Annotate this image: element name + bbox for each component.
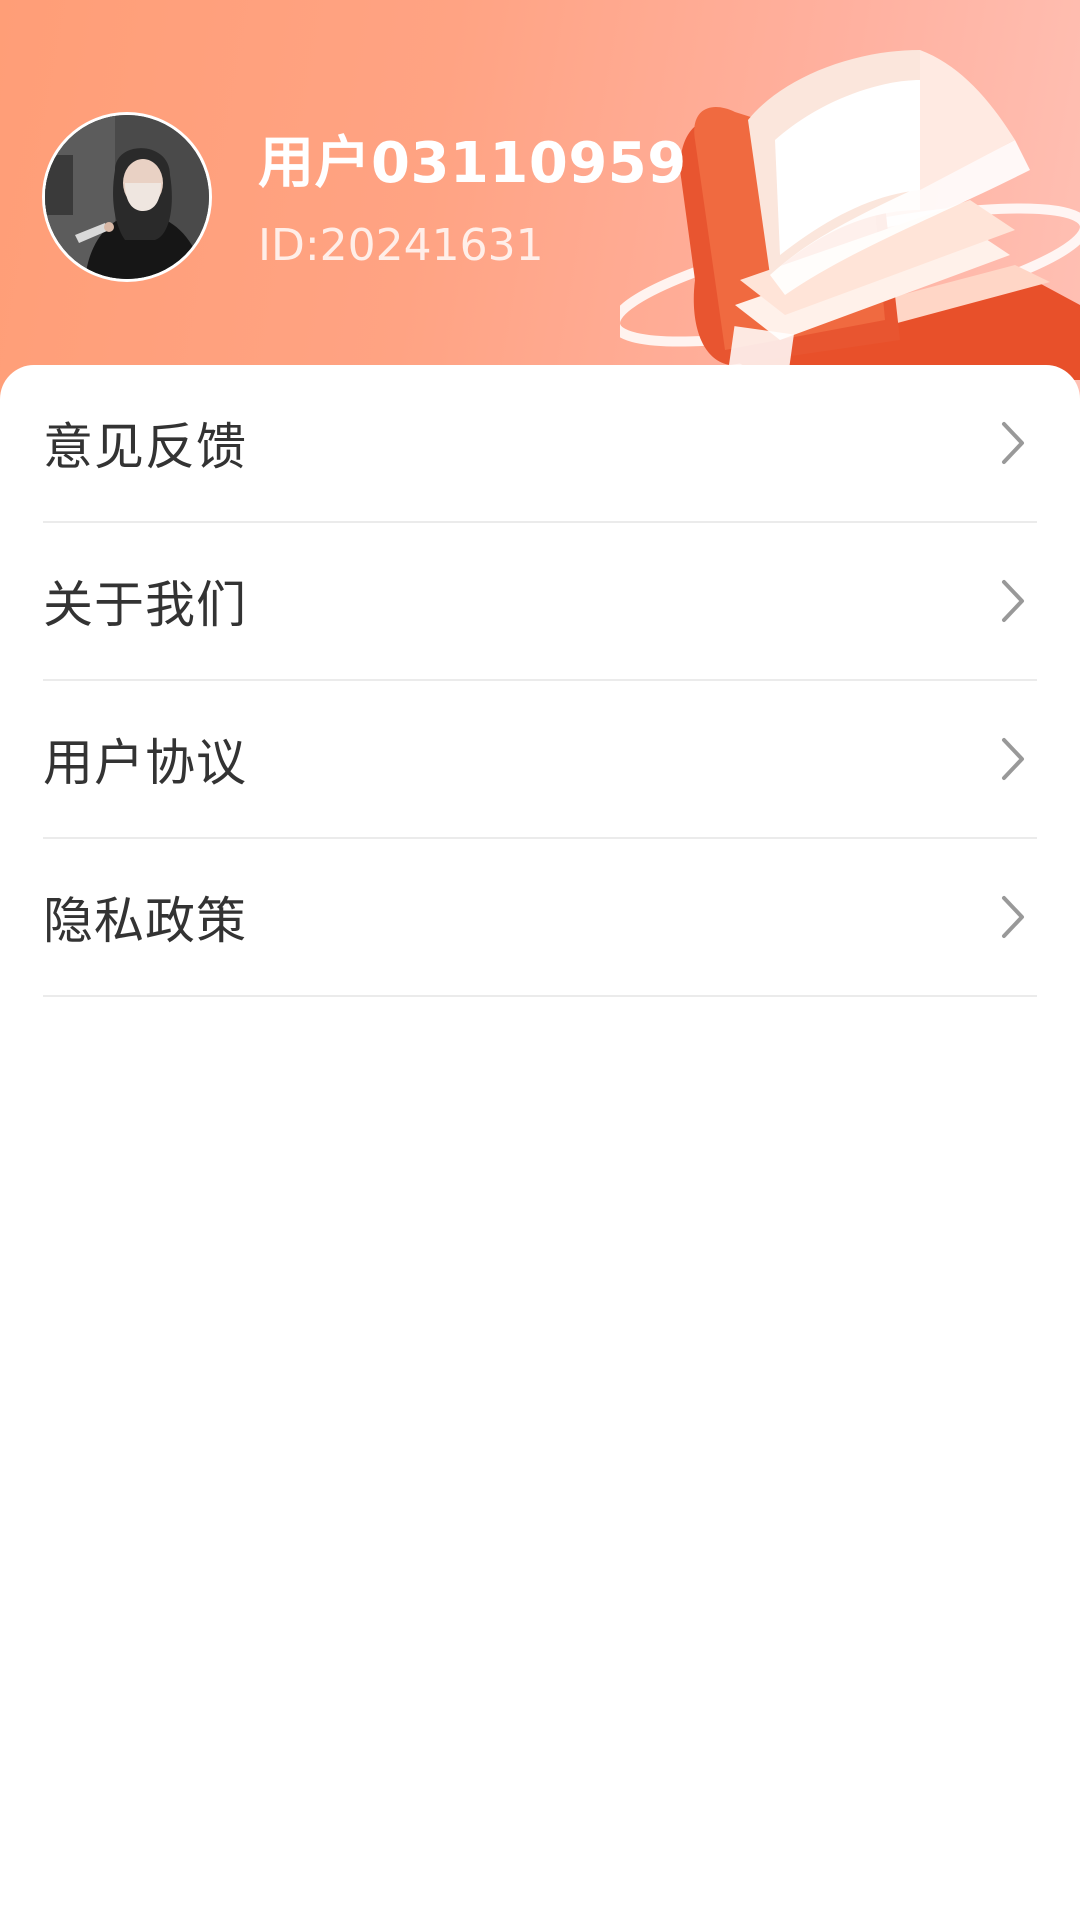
chevron-right-icon (1002, 738, 1024, 780)
chevron-right-icon (1002, 896, 1024, 938)
menu-list: 意见反馈 关于我们 用户协议 隐私政策 (43, 365, 1037, 997)
user-id: ID:20241631 (258, 220, 544, 271)
username: 用户03110959 (258, 131, 687, 196)
menu-item-label: 关于我们 (43, 576, 247, 634)
menu-item-feedback[interactable]: 意见反馈 (43, 365, 1037, 523)
menu-item-label: 意见反馈 (43, 418, 247, 476)
chevron-right-icon (1002, 580, 1024, 622)
profile-page: 用户03110959 ID:20241631 意见反馈 关于我们 用户协议 隐私… (0, 0, 1080, 1920)
avatar[interactable] (42, 112, 212, 282)
menu-card: 意见反馈 关于我们 用户协议 隐私政策 (0, 365, 1080, 1920)
books-illustration (620, 50, 1080, 380)
menu-item-user-agreement[interactable]: 用户协议 (43, 681, 1037, 839)
menu-item-label: 用户协议 (43, 734, 247, 792)
chevron-right-icon (1002, 422, 1024, 464)
menu-item-about-us[interactable]: 关于我们 (43, 523, 1037, 681)
avatar-photo-icon (45, 115, 209, 279)
profile-header: 用户03110959 ID:20241631 (0, 0, 1080, 400)
menu-item-label: 隐私政策 (43, 892, 247, 950)
menu-item-privacy-policy[interactable]: 隐私政策 (43, 839, 1037, 997)
